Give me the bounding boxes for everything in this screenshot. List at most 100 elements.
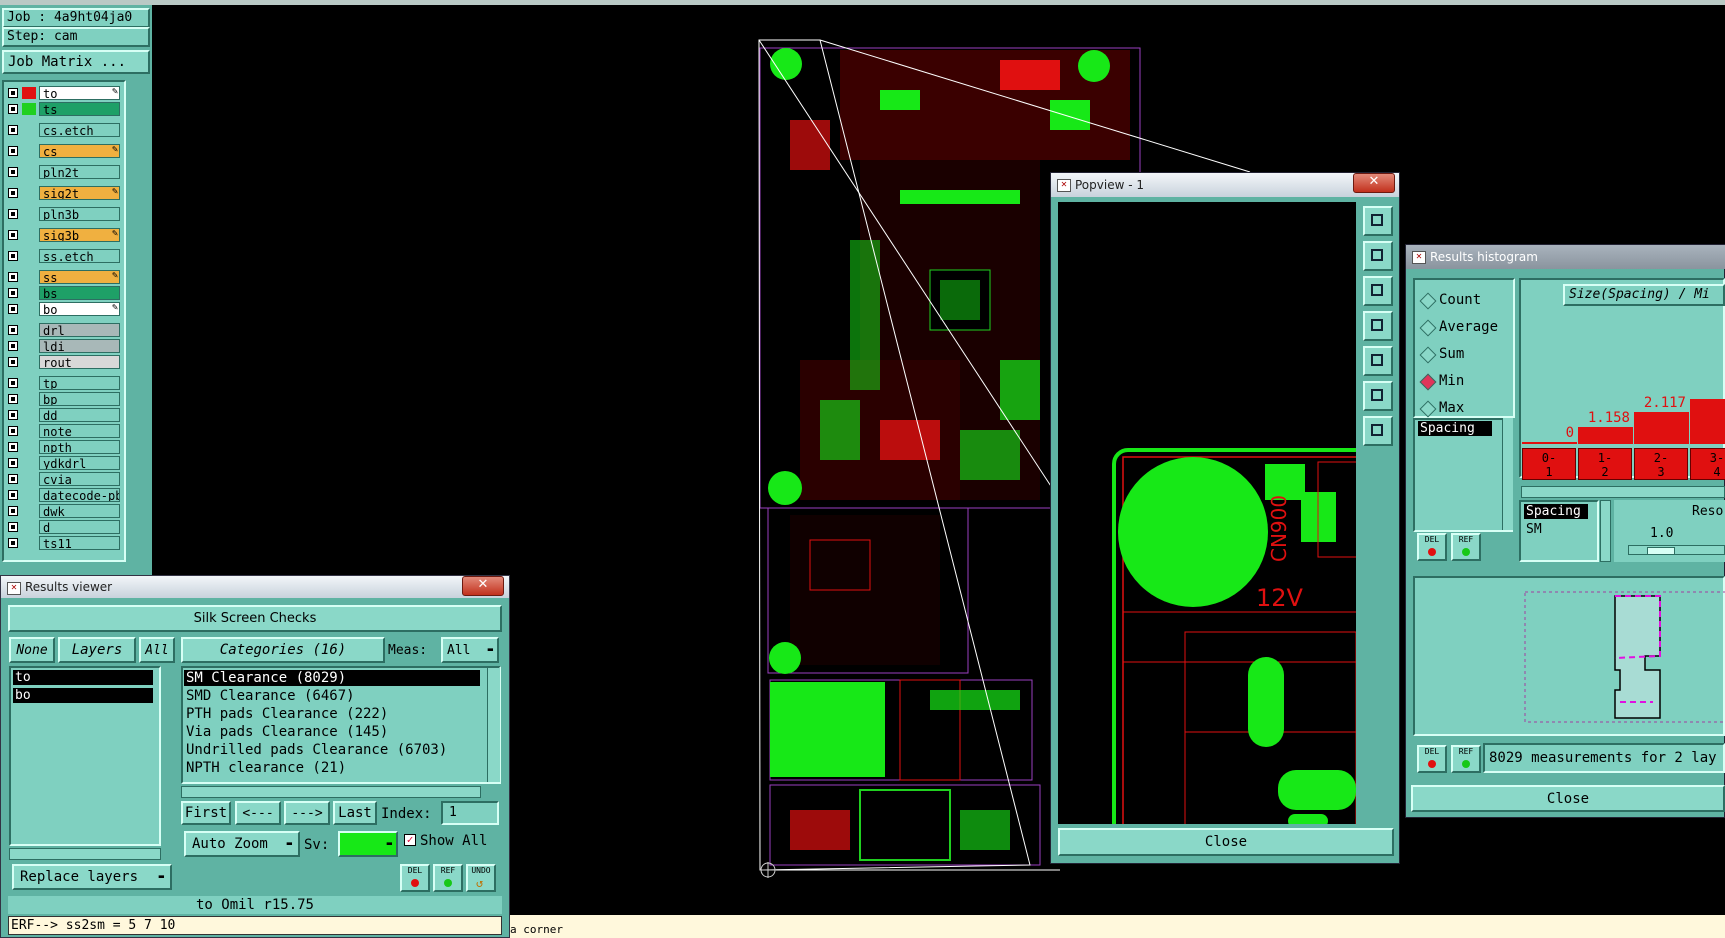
layer-row[interactable]: bs (6, 286, 120, 300)
list2-item-sm[interactable]: SM (1524, 522, 1588, 537)
layer-name[interactable]: bp (39, 392, 120, 406)
layer-name[interactable]: dwk (39, 504, 120, 518)
layer-row[interactable]: ts11 (6, 536, 120, 550)
layer-row[interactable]: ts (6, 102, 120, 116)
meas-dropdown[interactable]: All ▬ (441, 637, 499, 663)
category-item[interactable]: Via pads Clearance (145) (184, 724, 480, 740)
layer-name[interactable]: ts11 (39, 536, 120, 550)
layer-color-swatch[interactable] (22, 87, 36, 99)
layer-row[interactable]: bp (6, 392, 120, 406)
layer-row[interactable]: drl (6, 323, 120, 337)
first-button[interactable]: First (181, 801, 231, 825)
zoom-fit-icon[interactable] (1363, 206, 1393, 236)
layer-row[interactable]: cvia (6, 472, 120, 486)
category-item[interactable]: PTH pads Clearance (222) (184, 706, 480, 722)
layer-row[interactable]: cs ✎ (6, 144, 120, 158)
layer-checkbox[interactable] (8, 304, 18, 314)
popview-titlebar[interactable]: ✕ Popview - 1 (1051, 173, 1399, 197)
category-item[interactable]: Undrilled pads Clearance (6703) (184, 742, 480, 758)
histogram-bin-label[interactable]: 2- 3 (1634, 448, 1688, 480)
layer-name[interactable]: sig3b (39, 228, 120, 242)
layer-name[interactable]: note (39, 424, 120, 438)
preview-del-button[interactable]: DEL (1417, 745, 1447, 773)
metric-vscrollbar[interactable] (1502, 418, 1513, 530)
layer-checkbox[interactable] (8, 522, 18, 532)
pan-down-icon[interactable] (1363, 276, 1393, 306)
layer-checkbox[interactable] (8, 410, 18, 420)
show-all-checkbox[interactable]: ✓ (404, 834, 416, 846)
layer-checkbox[interactable] (8, 104, 18, 114)
stat-option-label[interactable]: Min (1439, 373, 1464, 389)
layer-row[interactable]: sig3b ✎ (6, 228, 120, 242)
layer-row[interactable]: ydkdrl (6, 456, 120, 470)
layer-checkbox[interactable] (8, 272, 18, 282)
layer-checkbox[interactable] (8, 146, 18, 156)
layer-checkbox[interactable] (8, 251, 18, 261)
reso-slider[interactable] (1628, 545, 1725, 555)
layer-row[interactable]: d (6, 520, 120, 534)
histogram-bin-label[interactable]: 3- 4 (1690, 448, 1725, 480)
layer-row[interactable]: ldi (6, 339, 120, 353)
erf-command-line[interactable]: ERF--> ss2sm = 5 7 10 (8, 916, 502, 935)
sv-color-dropdown[interactable]: ▬ (338, 831, 398, 857)
layer-name[interactable]: cs.etch (39, 123, 120, 137)
layer-name[interactable]: ts (39, 102, 120, 116)
layer-checkbox[interactable] (8, 474, 18, 484)
layer-row[interactable]: rout (6, 355, 120, 369)
layer-name[interactable]: datecode-pbo (39, 488, 120, 502)
layer-row[interactable]: ss.etch (6, 249, 120, 263)
category-item[interactable]: NPTH clearance (21) (184, 760, 480, 776)
layer-row[interactable]: note (6, 424, 120, 438)
hist-ref-button[interactable]: REF (1451, 533, 1481, 561)
layer-name[interactable]: pln3b (39, 207, 120, 221)
popview-close-button[interactable]: Close (1058, 828, 1394, 856)
layer-name[interactable]: rout (39, 355, 120, 369)
layer-row[interactable]: bo ✎ (6, 302, 120, 316)
layer-checkbox[interactable] (8, 325, 18, 335)
category-item[interactable]: SMD Clearance (6467) (184, 688, 480, 704)
layer-checkbox[interactable] (8, 378, 18, 388)
histogram-bar[interactable] (1690, 399, 1725, 444)
histogram-bar[interactable] (1522, 442, 1577, 444)
layer-checkbox[interactable] (8, 167, 18, 177)
categories-hscrollbar[interactable] (181, 786, 481, 798)
category-item[interactable]: SM Clearance (8029) (184, 670, 480, 686)
layer-name[interactable]: dd (39, 408, 120, 422)
layer-row[interactable]: dd (6, 408, 120, 422)
layer-name[interactable]: d (39, 520, 120, 534)
stat-option-label[interactable]: Max (1439, 400, 1464, 416)
layer-name[interactable]: sig2t (39, 186, 120, 200)
none-button[interactable]: None (9, 637, 55, 663)
layer-checkbox[interactable] (8, 230, 18, 240)
layer-item-to[interactable]: to (13, 670, 153, 685)
histogram-close-button[interactable]: Close (1411, 785, 1725, 812)
layer-checkbox[interactable] (8, 458, 18, 468)
stat-option-label[interactable]: Sum (1439, 346, 1464, 362)
layer-row[interactable]: tp (6, 376, 120, 390)
layer-checkbox[interactable] (8, 506, 18, 516)
layer-name[interactable]: to (39, 86, 120, 100)
replace-layers-dropdown[interactable]: Replace layers ▬ (12, 864, 172, 890)
layer-checkbox[interactable] (8, 288, 18, 298)
layers-hscrollbar[interactable] (9, 848, 161, 860)
layer-name[interactable]: cs (39, 144, 120, 158)
stat-option-label[interactable]: Count (1439, 292, 1481, 308)
layer-checkbox[interactable] (8, 426, 18, 436)
histogram-bin-label[interactable]: 0- 1 (1522, 448, 1576, 480)
layer-name[interactable]: cvia (39, 472, 120, 486)
layer-checkbox[interactable] (8, 188, 18, 198)
categories-vscrollbar[interactable] (487, 668, 500, 782)
layer-checkbox[interactable] (8, 357, 18, 367)
layer-name[interactable]: ydkdrl (39, 456, 120, 470)
layer-name[interactable]: pln2t (39, 165, 120, 179)
undo-button[interactable]: UNDO ↺ (466, 864, 496, 892)
del-button[interactable]: DEL (400, 864, 430, 892)
layer-checkbox[interactable] (8, 341, 18, 351)
all-button[interactable]: All (139, 637, 175, 663)
layer-row[interactable]: pln2t (6, 165, 120, 179)
layer-row[interactable]: ss ✎ (6, 270, 120, 284)
results-viewer-close-icon[interactable]: ✕ (462, 576, 504, 596)
layers-button[interactable]: Layers (58, 637, 136, 663)
hist-del-button[interactable]: DEL (1417, 533, 1447, 561)
layer-row[interactable]: sig2t ✎ (6, 186, 120, 200)
